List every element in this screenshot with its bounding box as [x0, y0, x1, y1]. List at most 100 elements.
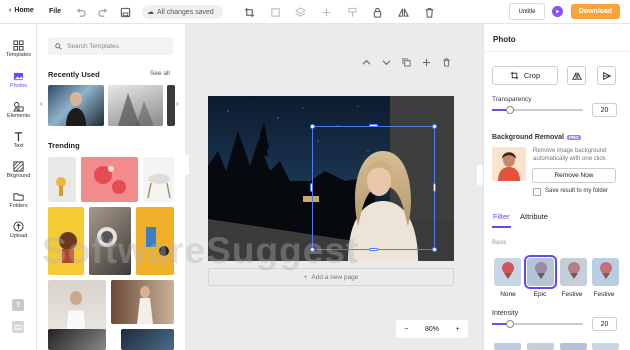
crop-label: Crop	[523, 71, 541, 80]
keyboard-icon[interactable]	[12, 321, 24, 333]
flip-horizontal-icon	[571, 71, 582, 80]
see-all-link[interactable]: See all	[150, 70, 170, 77]
layers-icon[interactable]	[293, 5, 307, 19]
rail-item-elements[interactable]: Elements	[0, 101, 37, 119]
intensity-input[interactable]: 20	[592, 317, 617, 331]
trending-thumbnail[interactable]	[121, 329, 174, 350]
flip-horizontal-button[interactable]	[567, 66, 586, 85]
trending-thumbnail[interactable]	[81, 157, 138, 202]
filter-thumbnail[interactable]	[527, 343, 554, 350]
rail-item-folders[interactable]: Folders	[0, 191, 37, 209]
zoom-out-button[interactable]: −	[404, 326, 408, 333]
recent-thumbnail[interactable]	[48, 85, 104, 126]
present-button[interactable]	[552, 6, 563, 17]
background-icon	[13, 161, 24, 172]
selection-box[interactable]	[312, 126, 435, 250]
trending-thumbnail[interactable]	[89, 207, 131, 275]
chevron-up-icon[interactable]	[360, 56, 372, 68]
trending-thumbnail[interactable]	[111, 280, 174, 324]
rail-label-templates: Templates	[5, 52, 32, 58]
zoom-in-button[interactable]: +	[456, 326, 460, 333]
filter-epic[interactable]	[524, 255, 557, 289]
zoom-control: − 80% +	[396, 320, 468, 338]
rail-item-background[interactable]: Bkground	[0, 161, 37, 179]
add-page-button[interactable]: + Add a new page	[208, 268, 454, 286]
duplicate-page-icon[interactable]	[400, 56, 412, 68]
trash-icon[interactable]	[422, 5, 436, 19]
flip-horizontal-icon[interactable]	[396, 5, 410, 19]
chevron-left-icon[interactable]: ‹	[40, 99, 43, 108]
rail-label-elements: Elements	[7, 113, 30, 119]
download-button[interactable]: Download	[571, 4, 620, 19]
tab-filter[interactable]: Filter	[493, 212, 510, 221]
transparency-slider-thumb[interactable]	[506, 106, 514, 114]
save-result-label: Save result to my folder	[545, 188, 609, 194]
remove-now-button[interactable]: Remove Now	[532, 168, 616, 183]
recent-thumbnail[interactable]	[167, 85, 175, 126]
chevron-left-icon: ‹	[9, 7, 12, 14]
save-status-text: All changes saved	[157, 8, 214, 16]
trending-thumbnail[interactable]	[48, 207, 84, 275]
filter-thumbnail[interactable]	[494, 343, 521, 350]
resize-handle-bottom[interactable]	[369, 248, 378, 251]
resize-handle-right[interactable]	[433, 183, 436, 192]
intensity-slider-thumb[interactable]	[506, 320, 514, 328]
rail-item-photos[interactable]: Photos	[0, 71, 37, 89]
paint-format-icon[interactable]	[345, 5, 359, 19]
file-menu[interactable]: File	[49, 8, 61, 15]
collapse-left-handle[interactable]	[183, 155, 189, 175]
crop-tool-icon[interactable]	[242, 5, 256, 19]
transparency-input[interactable]: 20	[592, 103, 617, 117]
trending-thumbnail[interactable]	[136, 207, 174, 275]
chevron-down-icon[interactable]	[380, 56, 392, 68]
lock-icon[interactable]	[370, 5, 384, 19]
chevron-right-icon[interactable]: ›	[176, 99, 179, 108]
help-button[interactable]: ?	[12, 299, 24, 311]
document-title[interactable]: Untitle	[509, 3, 545, 20]
recently-used-title: Recently Used	[48, 70, 100, 79]
search-input[interactable]: Search Templates	[48, 37, 173, 55]
cloud-check-icon: ☁	[147, 9, 154, 16]
transparency-label: Transparency	[492, 96, 532, 103]
delete-page-icon[interactable]	[440, 56, 452, 68]
resize-handle-left[interactable]	[310, 183, 313, 192]
crop-icon	[510, 71, 519, 80]
filter-festive[interactable]	[560, 258, 587, 286]
rail-label-background: Bkground	[6, 173, 31, 179]
resize-handle-corner[interactable]	[432, 247, 437, 252]
zoom-value: 80%	[424, 325, 439, 333]
redo-icon[interactable]	[96, 5, 110, 19]
rail-item-upload[interactable]: Upload	[0, 221, 37, 239]
rail-item-text[interactable]: Text	[0, 131, 37, 149]
divider	[484, 51, 630, 52]
left-rail: Templates Photos Elements Text Bkground …	[0, 24, 37, 350]
filter-thumbnail[interactable]	[592, 343, 619, 350]
resize-handle-corner[interactable]	[310, 247, 315, 252]
save-status: ☁ All changes saved	[142, 5, 223, 19]
trending-thumbnail[interactable]	[48, 329, 106, 350]
top-bar: ‹ Home File ☁ All changes saved Untitle	[0, 0, 630, 24]
home-button[interactable]: ‹ Home	[9, 7, 34, 14]
recent-thumbnail[interactable]	[108, 85, 163, 126]
save-icon[interactable]	[118, 5, 132, 19]
flip-vertical-button[interactable]	[597, 66, 616, 85]
resize-handle-corner[interactable]	[432, 124, 437, 129]
flip-icon[interactable]	[268, 5, 282, 19]
rail-item-templates[interactable]: Templates	[0, 40, 37, 58]
trending-thumbnail[interactable]	[48, 157, 76, 202]
image-icon	[13, 72, 24, 81]
save-result-checkbox[interactable]	[533, 188, 541, 196]
resize-handle-corner[interactable]	[310, 124, 315, 129]
filter-none[interactable]	[494, 258, 521, 286]
tab-attribute[interactable]: Attribute	[520, 212, 548, 221]
trending-title: Trending	[48, 141, 80, 150]
elements-icon	[13, 101, 24, 112]
filter-thumbnail[interactable]	[560, 343, 587, 350]
adjust-icon[interactable]	[319, 5, 333, 19]
crop-button[interactable]: Crop	[492, 66, 558, 85]
add-page-icon[interactable]	[420, 56, 432, 68]
resize-handle-top[interactable]	[369, 124, 378, 127]
filter-festive-2[interactable]	[592, 258, 619, 286]
undo-icon[interactable]	[73, 5, 87, 19]
trending-thumbnail[interactable]	[143, 157, 174, 202]
